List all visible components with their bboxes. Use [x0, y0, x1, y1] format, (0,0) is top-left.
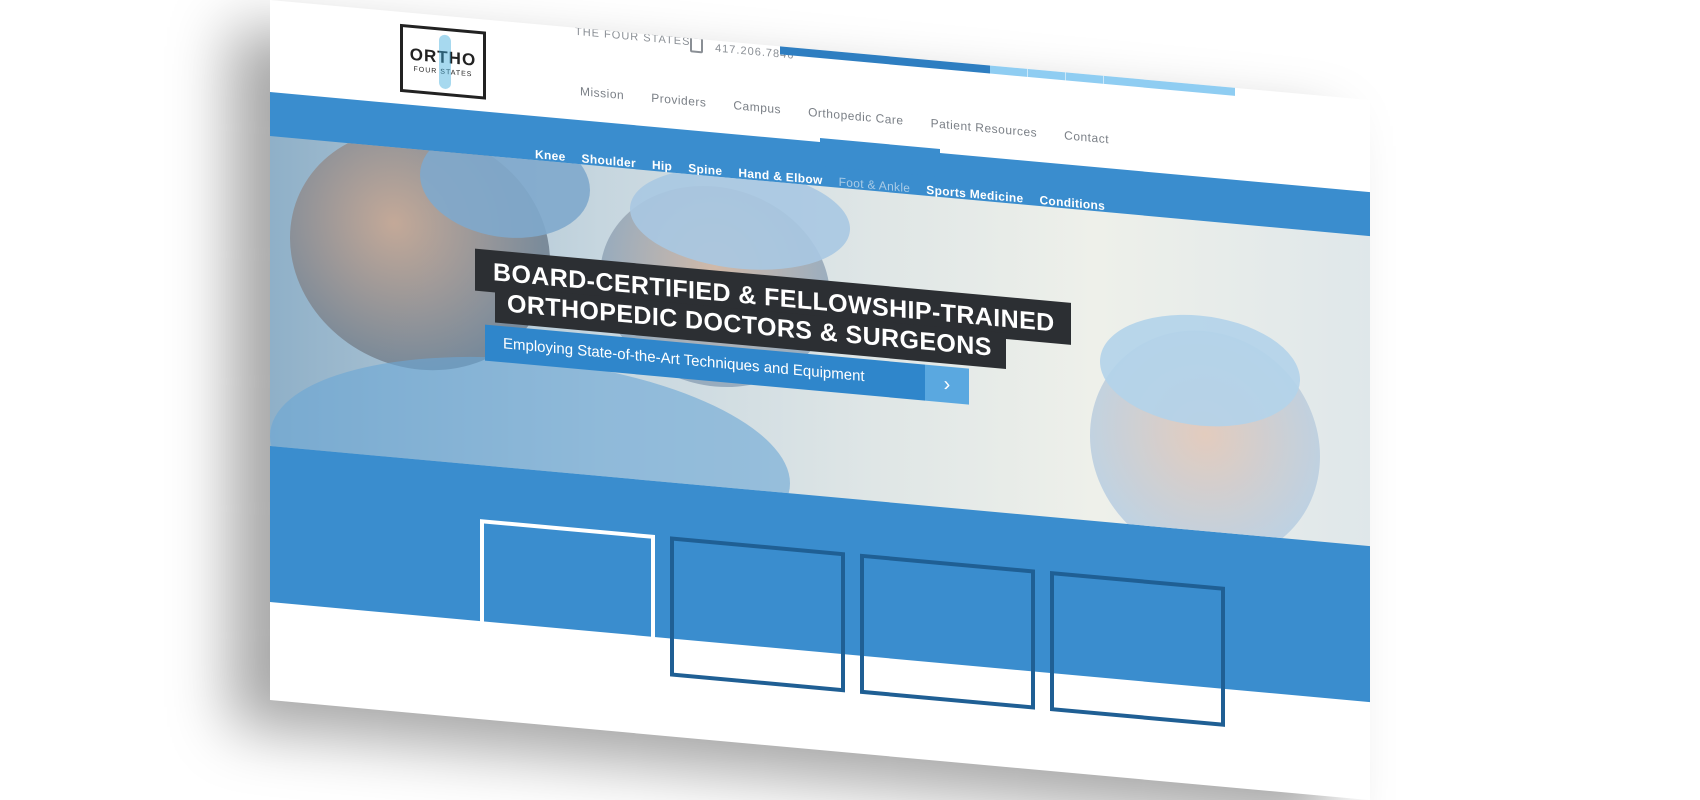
facebook-icon[interactable]: f: [990, 31, 1028, 77]
social-links: f t ⌕: [990, 31, 1235, 96]
feature-tile[interactable]: [1050, 570, 1225, 727]
social-bar-filler: [1104, 42, 1234, 96]
appointment-label: Schedule An Appointment: [798, 27, 957, 57]
website-mockup: THE FOUR STATES 417.206.7846 Schedule An…: [270, 0, 1370, 800]
nav-item-orthopedic-care[interactable]: Orthopedic Care: [808, 105, 904, 128]
chevron-right-icon: ›: [956, 40, 978, 65]
search-icon[interactable]: ⌕: [1066, 38, 1104, 84]
feature-tile[interactable]: [860, 553, 1035, 710]
nav-item-mission[interactable]: Mission: [580, 84, 624, 102]
nav-item-contact[interactable]: Contact: [1064, 128, 1109, 146]
schedule-appointment-button[interactable]: Schedule An Appointment ›: [780, 12, 990, 74]
active-tab-notch: [820, 138, 940, 177]
phone-number[interactable]: 417.206.7846: [690, 36, 794, 62]
feature-tile[interactable]: [670, 536, 845, 693]
feature-tile[interactable]: [480, 519, 655, 676]
location-text: THE FOUR STATES: [575, 25, 691, 49]
chevron-right-icon[interactable]: ›: [925, 364, 969, 405]
skeleton-figure-icon: [439, 34, 451, 90]
nav-item-patient-resources[interactable]: Patient Resources: [931, 116, 1038, 140]
nav-item-campus[interactable]: Campus: [733, 98, 781, 116]
nav-item-providers[interactable]: Providers: [651, 91, 706, 110]
site-logo[interactable]: ORTHO FOUR STATES: [400, 23, 486, 100]
twitter-icon[interactable]: t: [1028, 34, 1066, 81]
phone-icon: [690, 36, 703, 54]
